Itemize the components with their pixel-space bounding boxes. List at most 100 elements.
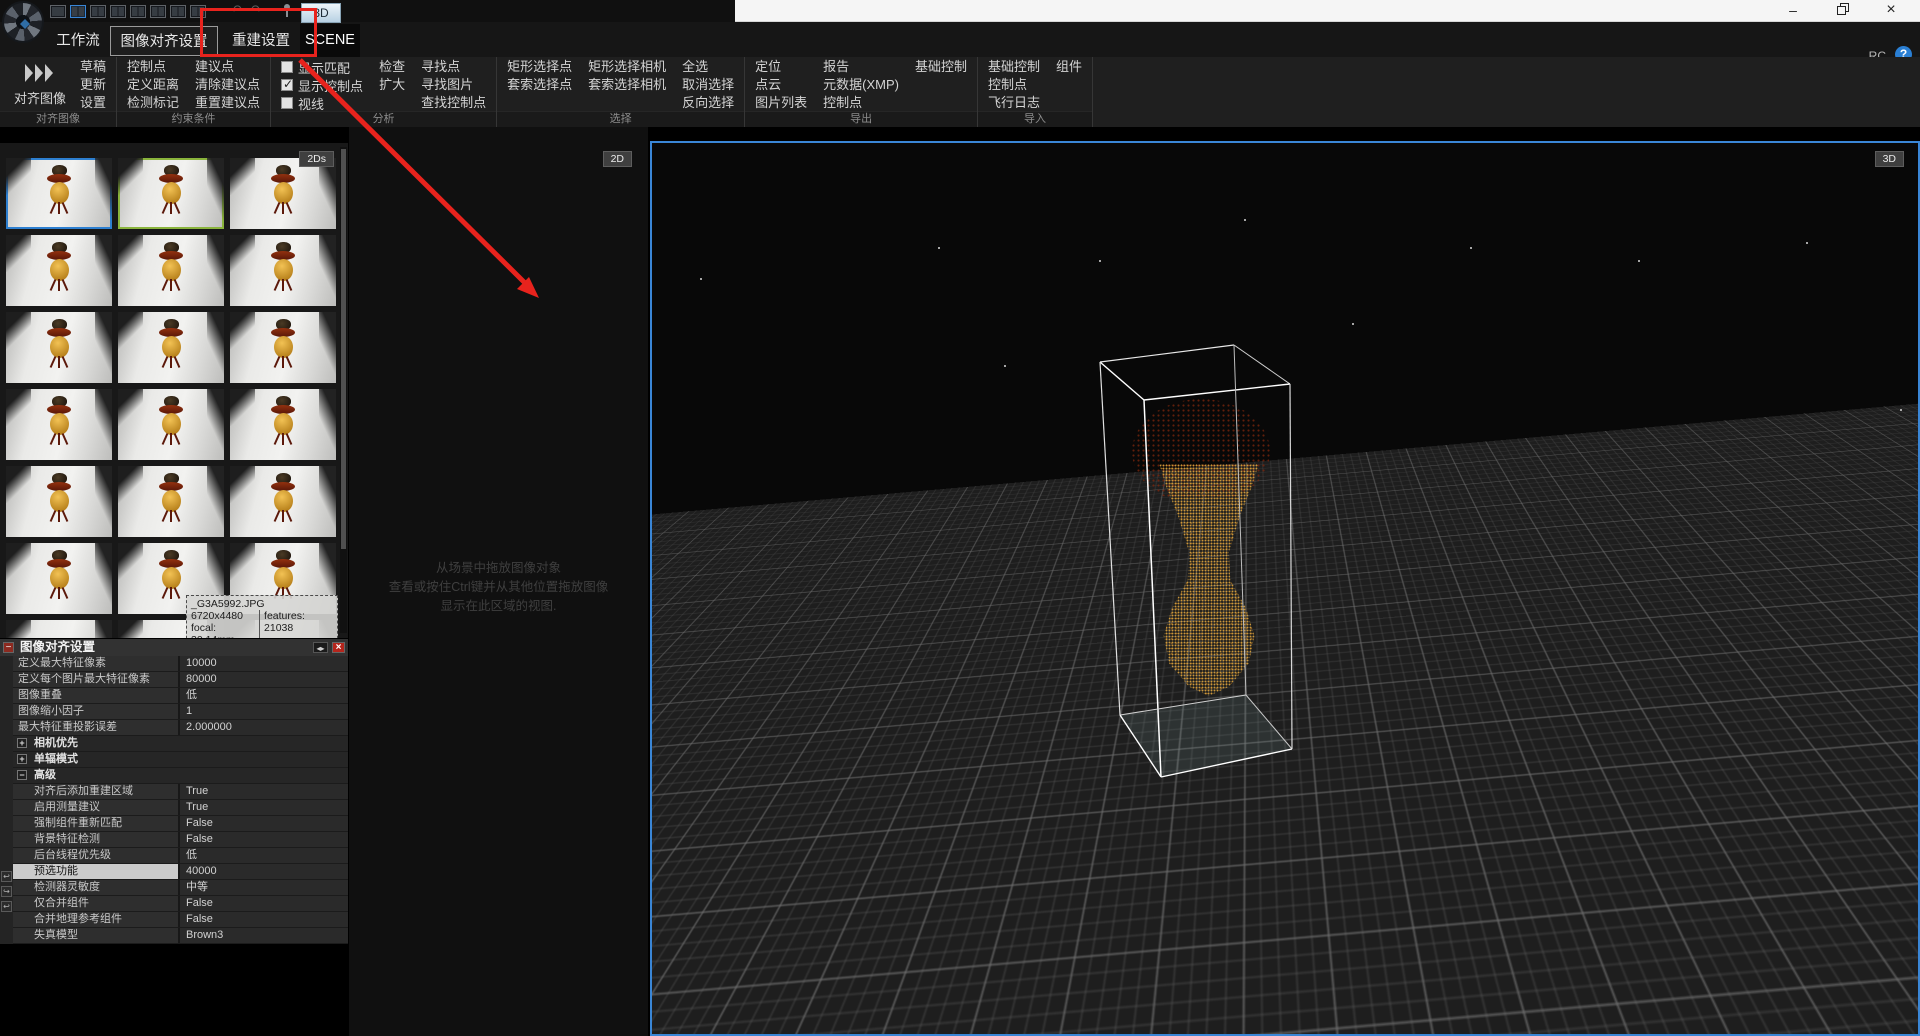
layout-grid-icon[interactable]: [150, 5, 166, 18]
property-value[interactable]: 中等: [180, 880, 348, 895]
expander-icon[interactable]: +: [17, 738, 27, 748]
property-value[interactable]: 2.000000: [180, 720, 348, 735]
property-value[interactable]: 低: [180, 848, 348, 863]
property-row[interactable]: 强制组件重新匹配 False: [13, 816, 348, 832]
property-row[interactable]: +相机优先: [13, 736, 348, 752]
ribbon-button[interactable]: 清除建议点: [195, 76, 260, 94]
ribbon-button[interactable]: 重置建议点: [195, 94, 260, 112]
ribbon-button[interactable]: 套索选择点: [507, 76, 572, 94]
minimize-button[interactable]: –: [1770, 0, 1816, 22]
property-row[interactable]: −高级: [13, 768, 348, 784]
ribbon-button[interactable]: 检查: [379, 58, 405, 76]
ribbon-button[interactable]: 组件: [1056, 58, 1082, 76]
property-row[interactable]: 启用测量建议 True: [13, 800, 348, 816]
ribbon-button[interactable]: 控制点: [823, 94, 899, 112]
property-row[interactable]: 图像重叠 低: [13, 688, 348, 704]
image-thumbnail[interactable]: [118, 466, 224, 537]
ribbon-button[interactable]: 基础控制: [915, 58, 967, 76]
property-value[interactable]: Brown3: [180, 928, 348, 943]
viewport-2d[interactable]: 2D 从场景中拖放图像对象 查看或按住Ctrl键并从其他位置拖放图像 显示在此区…: [349, 127, 648, 1036]
property-row[interactable]: 预选功能 40000: [13, 864, 348, 880]
property-row[interactable]: 定义每个图片最大特征像素 80000: [13, 672, 348, 688]
layout-grid-left-icon[interactable]: [130, 5, 146, 18]
property-value[interactable]: True: [180, 784, 348, 799]
ribbon-button[interactable]: 矩形选择相机: [588, 58, 666, 76]
image-thumbnail[interactable]: [6, 389, 112, 460]
ribbon-button[interactable]: 寻找点: [421, 58, 486, 76]
restore-button[interactable]: [1819, 0, 1865, 22]
ribbon-button[interactable]: 定义距离: [127, 76, 179, 94]
viewport-3d[interactable]: 3D: [650, 141, 1920, 1036]
image-thumbnail[interactable]: [6, 466, 112, 537]
property-value[interactable]: False: [180, 832, 348, 847]
align-images-button[interactable]: 对齐图像: [10, 58, 70, 111]
property-row[interactable]: 图像缩小因子 1: [13, 704, 348, 720]
property-row[interactable]: 对齐后添加重建区域 True: [13, 784, 348, 800]
image-thumbnail[interactable]: [230, 312, 336, 383]
expander-icon[interactable]: −: [17, 770, 27, 780]
image-thumbnail[interactable]: [230, 466, 336, 537]
close-button[interactable]: ×: [1868, 0, 1914, 22]
image-thumbnail[interactable]: [6, 312, 112, 383]
property-value[interactable]: False: [180, 912, 348, 927]
property-row[interactable]: 失真模型 Brown3: [13, 928, 348, 944]
layout-two-pane-icon[interactable]: [70, 5, 86, 18]
property-value[interactable]: 10000: [180, 656, 348, 671]
property-row[interactable]: 合并地理参考组件 False: [13, 912, 348, 928]
ribbon-button[interactable]: 寻找图片: [421, 76, 486, 94]
ribbon-button[interactable]: 扩大: [379, 76, 405, 94]
property-value[interactable]: False: [180, 816, 348, 831]
image-thumbnail[interactable]: [118, 235, 224, 306]
property-value[interactable]: 40000: [180, 864, 348, 879]
property-value[interactable]: 80000: [180, 672, 348, 687]
image-thumbnail[interactable]: [230, 158, 336, 229]
property-value[interactable]: True: [180, 800, 348, 815]
panel-collapse-icon[interactable]: −: [3, 642, 14, 653]
image-thumbnail[interactable]: [118, 389, 224, 460]
ribbon-button[interactable]: 取消选择: [682, 76, 734, 94]
image-thumbnail[interactable]: [118, 158, 224, 229]
ribbon-button[interactable]: 飞行日志: [988, 94, 1040, 112]
image-thumbnail[interactable]: [6, 543, 112, 614]
expander-icon[interactable]: +: [17, 754, 27, 764]
panel-float-icon[interactable]: ◂▸: [313, 642, 328, 653]
ribbon-button[interactable]: 控制点: [988, 76, 1040, 94]
ribbon-button[interactable]: 设置: [80, 94, 106, 112]
ribbon-button[interactable]: 图片列表: [755, 94, 807, 112]
ribbon-button[interactable]: 套索选择相机: [588, 76, 666, 94]
dock-down-button[interactable]: ↩: [1, 901, 12, 912]
ribbon-button[interactable]: 矩形选择点: [507, 58, 572, 76]
image-thumbnail[interactable]: [230, 389, 336, 460]
property-value[interactable]: 1: [180, 704, 348, 719]
ribbon-button[interactable]: 查找控制点: [421, 94, 486, 112]
property-row[interactable]: 最大特征重投影误差 2.000000: [13, 720, 348, 736]
ribbon-button[interactable]: 控制点: [127, 58, 179, 76]
layout-split-horizontal-icon[interactable]: [110, 5, 126, 18]
images-panel[interactable]: 2Ds: [0, 143, 348, 638]
ribbon-button[interactable]: 更新: [80, 76, 106, 94]
reconstruction-region-box[interactable]: [652, 143, 1920, 1036]
ribbon-button[interactable]: 草稿: [80, 58, 106, 76]
ribbon-checkbox[interactable]: 显示匹配: [281, 58, 363, 76]
image-thumbnail[interactable]: [6, 158, 112, 229]
panel-close-icon[interactable]: ×: [332, 642, 345, 653]
ribbon-button[interactable]: 反向选择: [682, 94, 734, 112]
property-row[interactable]: 检测器灵敏度 中等: [13, 880, 348, 896]
property-value[interactable]: 低: [180, 688, 348, 703]
ribbon-button[interactable]: 点云: [755, 76, 807, 94]
layout-two-pane-narrow-icon[interactable]: [90, 5, 106, 18]
ribbon-button[interactable]: 报告: [823, 58, 899, 76]
ribbon-button[interactable]: 建议点: [195, 58, 260, 76]
layout-three-pane-icon[interactable]: [170, 5, 186, 18]
property-row[interactable]: 后台线程优先级 低: [13, 848, 348, 864]
ribbon-button[interactable]: 全选: [682, 58, 734, 76]
dock-left-button[interactable]: ↩: [1, 871, 12, 882]
thumbnail-scrollbar[interactable]: [340, 147, 347, 633]
dock-right-button[interactable]: ↪: [1, 886, 12, 897]
property-value[interactable]: False: [180, 896, 348, 911]
ribbon-checkbox[interactable]: 视线: [281, 94, 363, 112]
layout-single-icon[interactable]: [50, 5, 66, 18]
property-row[interactable]: +单辐模式: [13, 752, 348, 768]
property-row[interactable]: 定义最大特征像素 10000: [13, 656, 348, 672]
ribbon-checkbox[interactable]: 显示控制点: [281, 76, 363, 94]
